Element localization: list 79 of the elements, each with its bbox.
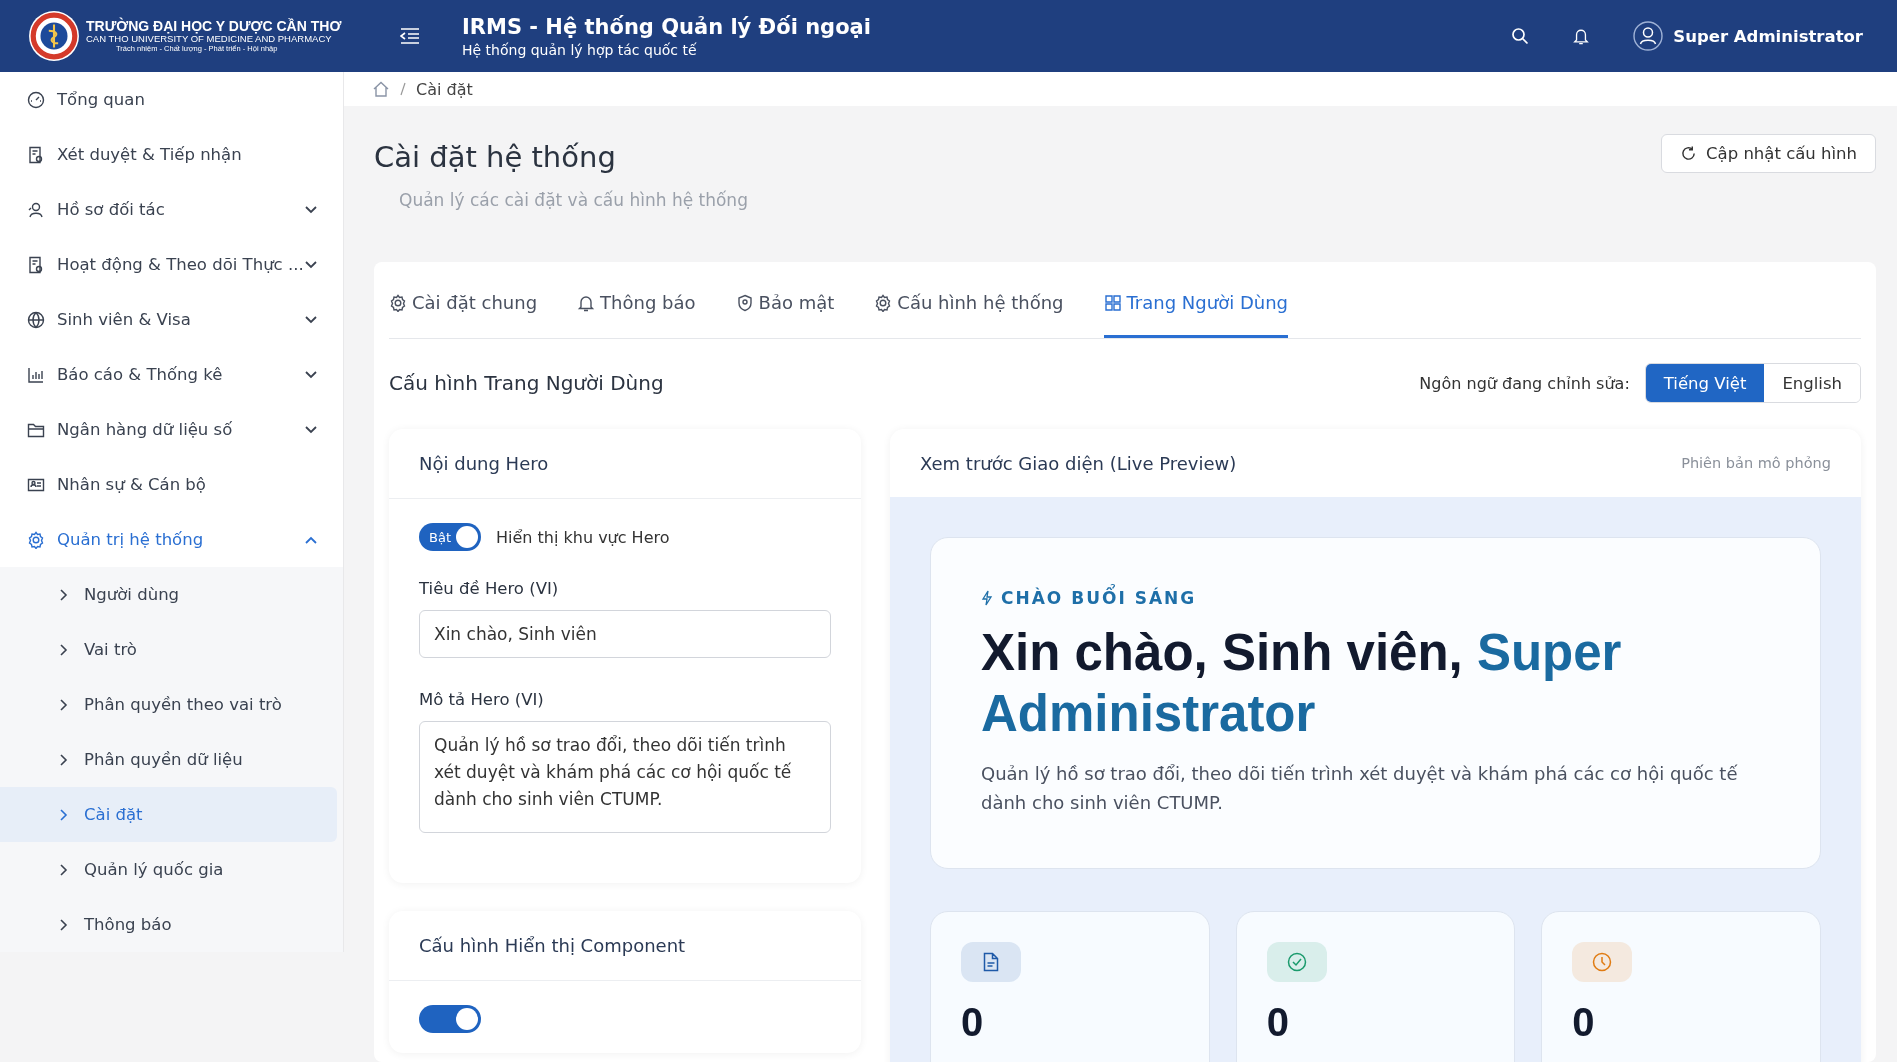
tab[interactable]: Bảo mật [735, 292, 835, 338]
card-title: Nội dung Hero [389, 429, 861, 499]
sidebar-subitem[interactable]: Thông báo [0, 897, 337, 952]
user-avatar-icon[interactable] [1633, 21, 1664, 51]
shield-icon [735, 293, 754, 312]
field-label: Tiêu đề Hero (VI) [419, 579, 560, 598]
menu-icon[interactable] [400, 28, 420, 44]
textarea-field[interactable]: Quản lý hồ sơ trao đổi, theo dõi tiến trình xét duyệt và khám phá các cơ hội quốc tế dành cho sinh viên CTUMP. [419, 721, 831, 833]
toggle-switch[interactable] [419, 1005, 481, 1033]
clock-icon [1592, 951, 1613, 972]
chevron-right-icon [60, 698, 68, 711]
toggle-label: Hiển thị khu vực Hero [496, 527, 670, 547]
tab[interactable]: Trang Người Dùng [1103, 292, 1288, 338]
search-icon[interactable] [1511, 27, 1530, 45]
app-title: IRMS - Hệ thống Quản lý Đối ngoại [462, 14, 872, 39]
stat-value: 0 [961, 999, 985, 1045]
sidebar-item[interactable]: Nhân sự & Cán bộ [0, 457, 343, 512]
input-field[interactable]: Xin chào, Sinh viên [419, 610, 831, 658]
preview-title: Xem trước Giao diện (Live Preview) [920, 452, 1237, 474]
sidebar-item[interactable]: Xét duyệt & Tiếp nhận [0, 127, 343, 182]
university-name: TRƯỜNG ĐẠI HỌC Y DƯỢC CẦN THƠ [86, 18, 342, 35]
sidebar-item[interactable]: Hoạt động & Theo dõi Thực ... [0, 237, 343, 292]
tab[interactable]: Cấu hình hệ thống [874, 292, 1064, 338]
gauge-icon [27, 90, 45, 109]
toggle-switch[interactable]: Bật [419, 523, 481, 551]
breadcrumb-item[interactable]: Cài đặt [416, 79, 473, 99]
document-user-icon [27, 145, 45, 164]
document-icon [983, 951, 999, 972]
stat-value: 0 [1266, 999, 1290, 1045]
gear-icon [874, 293, 893, 312]
sidebar-item[interactable]: Quản trị hệ thống [0, 512, 343, 567]
section-title: Cấu hình Trang Người Dùng [389, 371, 665, 395]
user-name[interactable]: Super Administrator [1673, 26, 1863, 46]
chevron-right-icon [60, 643, 68, 656]
field-label: Mô tả Hero (VI) [419, 690, 545, 709]
grid-icon [1103, 293, 1122, 312]
sidebar-item[interactable]: Sinh viên & Visa [0, 292, 343, 347]
users-icon [27, 200, 45, 219]
page-title: Cài đặt hệ thống [374, 140, 617, 174]
card-title: Cấu hình Hiển thị Component [389, 911, 861, 981]
sidebar-subitem[interactable]: Quản lý quốc gia [0, 842, 337, 897]
check-circle-icon [1286, 951, 1307, 972]
globe-icon [27, 310, 45, 329]
update-config-button[interactable]: Cập nhật cấu hình [1661, 134, 1876, 173]
chevron-right-icon [60, 588, 68, 601]
sidebar-item[interactable]: Tổng quan [0, 72, 343, 127]
sidebar-subitem[interactable]: Phân quyền theo vai trò [0, 677, 337, 732]
university-english-name: CAN THO UNIVERSITY OF MEDICINE AND PHARMACY [86, 34, 333, 45]
language-label: Ngôn ngữ đang chỉnh sửa: [1419, 373, 1630, 393]
bell-icon [577, 293, 596, 312]
sidebar-item[interactable]: Hồ sơ đối tác [0, 182, 343, 237]
university-logo-icon [28, 10, 80, 62]
sidebar-subitem[interactable]: Người dùng [0, 567, 337, 622]
chevron-right-icon [60, 863, 68, 876]
sidebar-subitem[interactable]: Vai trò [0, 622, 337, 677]
bar-chart-icon [27, 365, 45, 384]
tab[interactable]: Thông báo [577, 292, 696, 338]
gear-icon [27, 530, 45, 549]
lightning-icon [981, 590, 993, 606]
stat-value: 0 [1572, 999, 1596, 1045]
sidebar-subitem[interactable]: Phân quyền dữ liệu [0, 732, 337, 787]
chevron-right-icon [60, 918, 68, 931]
chevron-right-icon [60, 808, 68, 821]
preview-note: Phiên bản mô phỏng [1681, 455, 1831, 471]
language-button[interactable]: Tiếng Việt [1645, 364, 1765, 402]
app-subtitle: Hệ thống quản lý hợp tác quốc tế [462, 41, 698, 58]
breadcrumb-separator-icon [400, 82, 406, 96]
chevron-right-icon [60, 753, 68, 766]
hero-heading: Xin chào, Sinh viên, Super Administrator [981, 623, 1623, 745]
page-subtitle: Quản lý các cài đặt và cấu hình hệ thống [399, 190, 748, 210]
gear-icon [389, 293, 407, 312]
sidebar-item[interactable]: Báo cáo & Thống kê [0, 347, 343, 402]
sidebar-subitem[interactable]: Cài đặt [0, 787, 337, 842]
tab[interactable]: Cài đặt chung [389, 292, 538, 338]
document-shield-icon [27, 255, 45, 274]
home-icon[interactable] [372, 81, 390, 97]
hero-description: Quản lý hồ sơ trao đổi, theo dõi tiến trình xét duyệt và khám phá các cơ hội quốc tế dành cho sinh viên CTUMP. [981, 762, 1739, 816]
refresh-icon [1680, 145, 1698, 162]
sidebar-item[interactable]: Ngân hàng dữ liệu số [0, 402, 343, 457]
